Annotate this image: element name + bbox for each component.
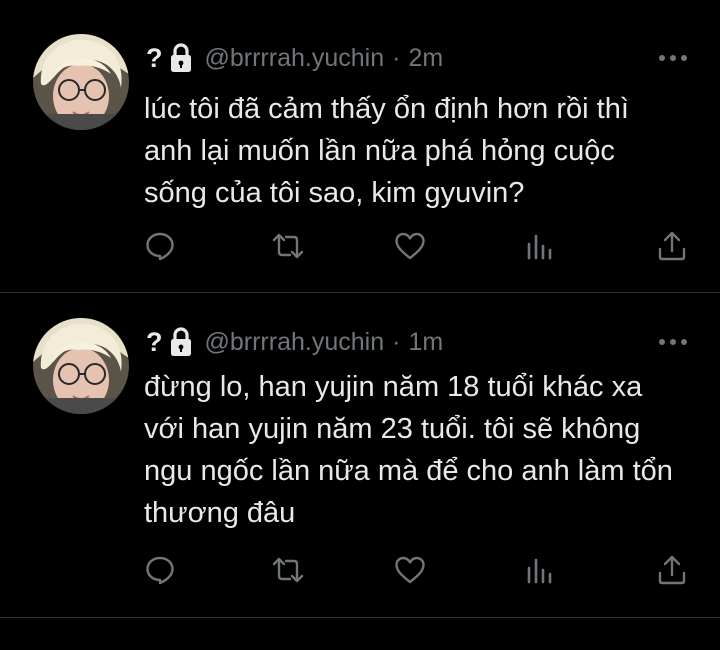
- lock-icon: [169, 327, 193, 357]
- reply-icon[interactable]: [142, 228, 178, 264]
- timestamp[interactable]: 2m: [408, 44, 443, 73]
- lock-icon: [169, 43, 193, 73]
- avatar[interactable]: [33, 318, 129, 414]
- display-name[interactable]: ?: [146, 43, 163, 74]
- username[interactable]: @brrrrah.yuchin: [205, 44, 385, 73]
- tweet-text: đừng lo, han yujin năm 18 tuổi khác xa v…: [144, 371, 673, 529]
- avatar[interactable]: [33, 34, 129, 130]
- retweet-icon[interactable]: [270, 552, 306, 588]
- timestamp[interactable]: 1m: [408, 328, 443, 357]
- like-icon[interactable]: [392, 228, 428, 264]
- views-icon[interactable]: [522, 552, 558, 588]
- share-icon[interactable]: [654, 552, 690, 588]
- tweet[interactable]: ? @brrrrah.yuchin · 1m đừng lo, han yuji…: [0, 294, 720, 618]
- like-icon[interactable]: [392, 552, 428, 588]
- tweet-text: lúc tôi đã cảm thấy ổn định hơn rồi thì …: [144, 93, 629, 209]
- tweet-actions: [142, 552, 694, 588]
- tweet[interactable]: ? @brrrrah.yuchin · 2m lúc tôi đã cảm th…: [0, 0, 720, 293]
- reply-icon[interactable]: [142, 552, 178, 588]
- separator-dot: ·: [392, 327, 401, 356]
- views-icon[interactable]: [522, 228, 558, 264]
- share-icon[interactable]: [654, 228, 690, 264]
- tweet-actions: [142, 228, 694, 264]
- username[interactable]: @brrrrah.yuchin: [205, 328, 385, 357]
- retweet-icon[interactable]: [270, 228, 306, 264]
- tweet-header: ? @brrrrah.yuchin · 2m: [146, 40, 700, 76]
- tweet-header: ? @brrrrah.yuchin · 1m: [146, 324, 700, 360]
- display-name[interactable]: ?: [146, 327, 163, 358]
- more-icon[interactable]: [656, 333, 690, 351]
- more-icon[interactable]: [656, 49, 690, 67]
- separator-dot: ·: [392, 43, 401, 72]
